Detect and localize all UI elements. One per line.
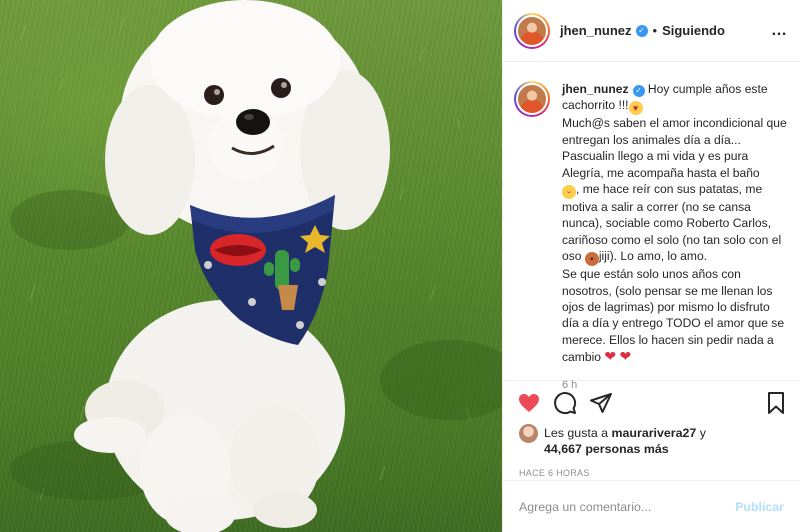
likes-summary: Les gusta a maurarivera27 y 44,667 perso… <box>503 424 800 457</box>
person-emoji-icon: • <box>584 252 599 267</box>
post-header: jhen_nunez ✓ • Siguiendo … <box>503 0 800 62</box>
red-heart-emoji-icon: ❤ <box>619 348 632 365</box>
comment-box: Publicar <box>503 480 800 532</box>
caption-line: Se que están solo unos años con nosotros… <box>562 267 785 365</box>
author-username[interactable]: jhen_nunez <box>560 23 632 38</box>
laughing-emoji-icon: ᵕ <box>562 185 576 200</box>
author-avatar[interactable] <box>514 12 550 49</box>
send-icon[interactable] <box>589 391 613 415</box>
heart-eyes-emoji-icon: ♥ <box>628 101 643 116</box>
dog-image <box>10 0 502 532</box>
red-heart-emoji-icon: ❤ <box>604 348 617 365</box>
caption-line: Pascualin llego a mi vida y es pura Aleg… <box>562 149 760 180</box>
following-button[interactable]: Siguiendo <box>662 23 725 38</box>
caption-username[interactable]: jhen_nunez <box>562 82 629 96</box>
post-photo[interactable] <box>0 0 502 532</box>
separator-dot: • <box>652 23 658 38</box>
caption-avatar[interactable] <box>514 81 550 117</box>
caption-text: jhen_nunez ✓ Hoy cumple años este cachorr… <box>562 81 788 391</box>
caption-line: Much@s saben el amor incondicional que e… <box>562 116 787 147</box>
more-options-icon[interactable]: … <box>771 22 788 40</box>
comment-input[interactable] <box>519 499 736 514</box>
liker-username[interactable]: maurarivera27 <box>612 426 697 440</box>
post-side-panel: jhen_nunez ✓ • Siguiendo … jhen_nunez ✓ H… <box>502 0 800 532</box>
caption-section: jhen_nunez ✓ Hoy cumple años este cachorr… <box>503 62 800 391</box>
heart-icon[interactable] <box>517 391 541 415</box>
bookmark-icon[interactable] <box>764 391 788 415</box>
likes-connector: y <box>696 426 706 440</box>
publish-button[interactable]: Publicar <box>735 500 784 514</box>
likes-count-link[interactable]: 44,667 personas más <box>544 442 669 456</box>
verified-badge-icon: ✓ <box>635 24 648 37</box>
comment-icon[interactable] <box>553 391 577 415</box>
likes-prefix: Les gusta a <box>544 426 612 440</box>
liker-avatar[interactable] <box>519 424 538 443</box>
verified-badge-icon: ✓ <box>632 85 645 97</box>
caption-line: jiji). Lo amo, lo amo. <box>598 249 708 264</box>
